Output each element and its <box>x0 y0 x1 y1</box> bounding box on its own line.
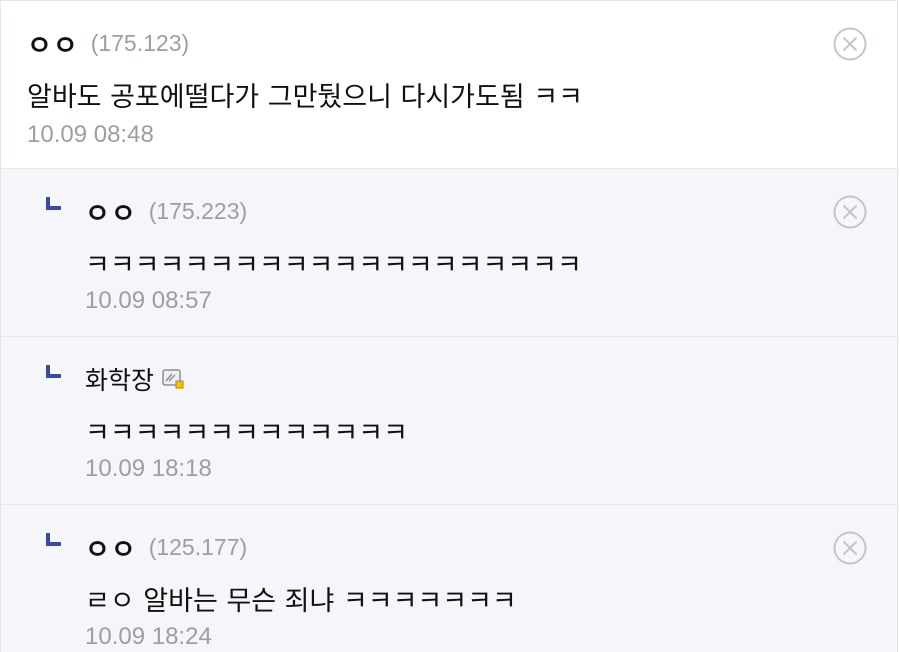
comment-text: ㅋㅋㅋㅋㅋㅋㅋㅋㅋㅋㅋㅋㅋ <box>85 418 408 449</box>
comment-date: 10.09 08:57 <box>85 287 212 314</box>
delete-comment-icon[interactable] <box>833 195 867 229</box>
fixed-nick-icon <box>162 369 184 389</box>
comment-meta: 화학장 <box>85 361 184 397</box>
comment-date: 10.09 18:24 <box>85 623 212 650</box>
comment-ip: (175.123) <box>90 29 190 56</box>
comment-date: 10.09 18:18 <box>85 455 212 482</box>
reply-item: ㅇㅇ (175.223) ㅋㅋㅋㅋㅋㅋㅋㅋㅋㅋㅋㅋㅋㅋㅋㅋㅋㅋㅋㅋ 10.09 … <box>1 169 897 337</box>
comment-meta: ㅇㅇ (175.123) <box>27 24 190 63</box>
comment-meta: ㅇㅇ (175.223) <box>85 192 248 231</box>
reply-item: ㅇㅇ (125.177) ㄹㅇ 알바는 무슨 죄냐 ㅋㅋㅋㅋㅋㅋㅋ 10.09 … <box>1 505 897 652</box>
comment-text: 알바도 공포에떨다가 그만뒀으니 다시가도됨 ㅋㅋ <box>27 82 583 113</box>
comment-thread: ㅇㅇ (175.123) 알바도 공포에떨다가 그만뒀으니 다시가도됨 ㅋㅋ 1… <box>0 0 898 652</box>
reply-item: 화학장 ㅋㅋㅋㅋㅋㅋㅋㅋㅋㅋㅋㅋㅋ 10.09 18:18 <box>1 337 897 505</box>
comment-text: ㄹㅇ 알바는 무슨 죄냐 ㅋㅋㅋㅋㅋㅋㅋ <box>85 586 517 617</box>
comment-nickname[interactable]: 화학장 <box>85 361 154 397</box>
reply-arrow-icon <box>46 365 61 378</box>
comment-meta: ㅇㅇ (125.177) <box>85 528 248 567</box>
comment-nickname[interactable]: ㅇㅇ <box>85 192 137 231</box>
comment-item: ㅇㅇ (175.123) 알바도 공포에떨다가 그만뒀으니 다시가도됨 ㅋㅋ 1… <box>1 1 897 169</box>
comment-date: 10.09 08:48 <box>27 121 154 148</box>
comment-ip: (175.223) <box>148 197 248 224</box>
reply-arrow-icon <box>46 197 61 210</box>
comment-ip: (125.177) <box>148 533 248 560</box>
reply-arrow-icon <box>46 533 61 546</box>
comment-text: ㅋㅋㅋㅋㅋㅋㅋㅋㅋㅋㅋㅋㅋㅋㅋㅋㅋㅋㅋㅋ <box>85 250 582 281</box>
delete-comment-icon[interactable] <box>833 27 867 61</box>
comment-nickname[interactable]: ㅇㅇ <box>27 24 79 63</box>
delete-comment-icon[interactable] <box>833 531 867 565</box>
comment-nickname[interactable]: ㅇㅇ <box>85 528 137 567</box>
